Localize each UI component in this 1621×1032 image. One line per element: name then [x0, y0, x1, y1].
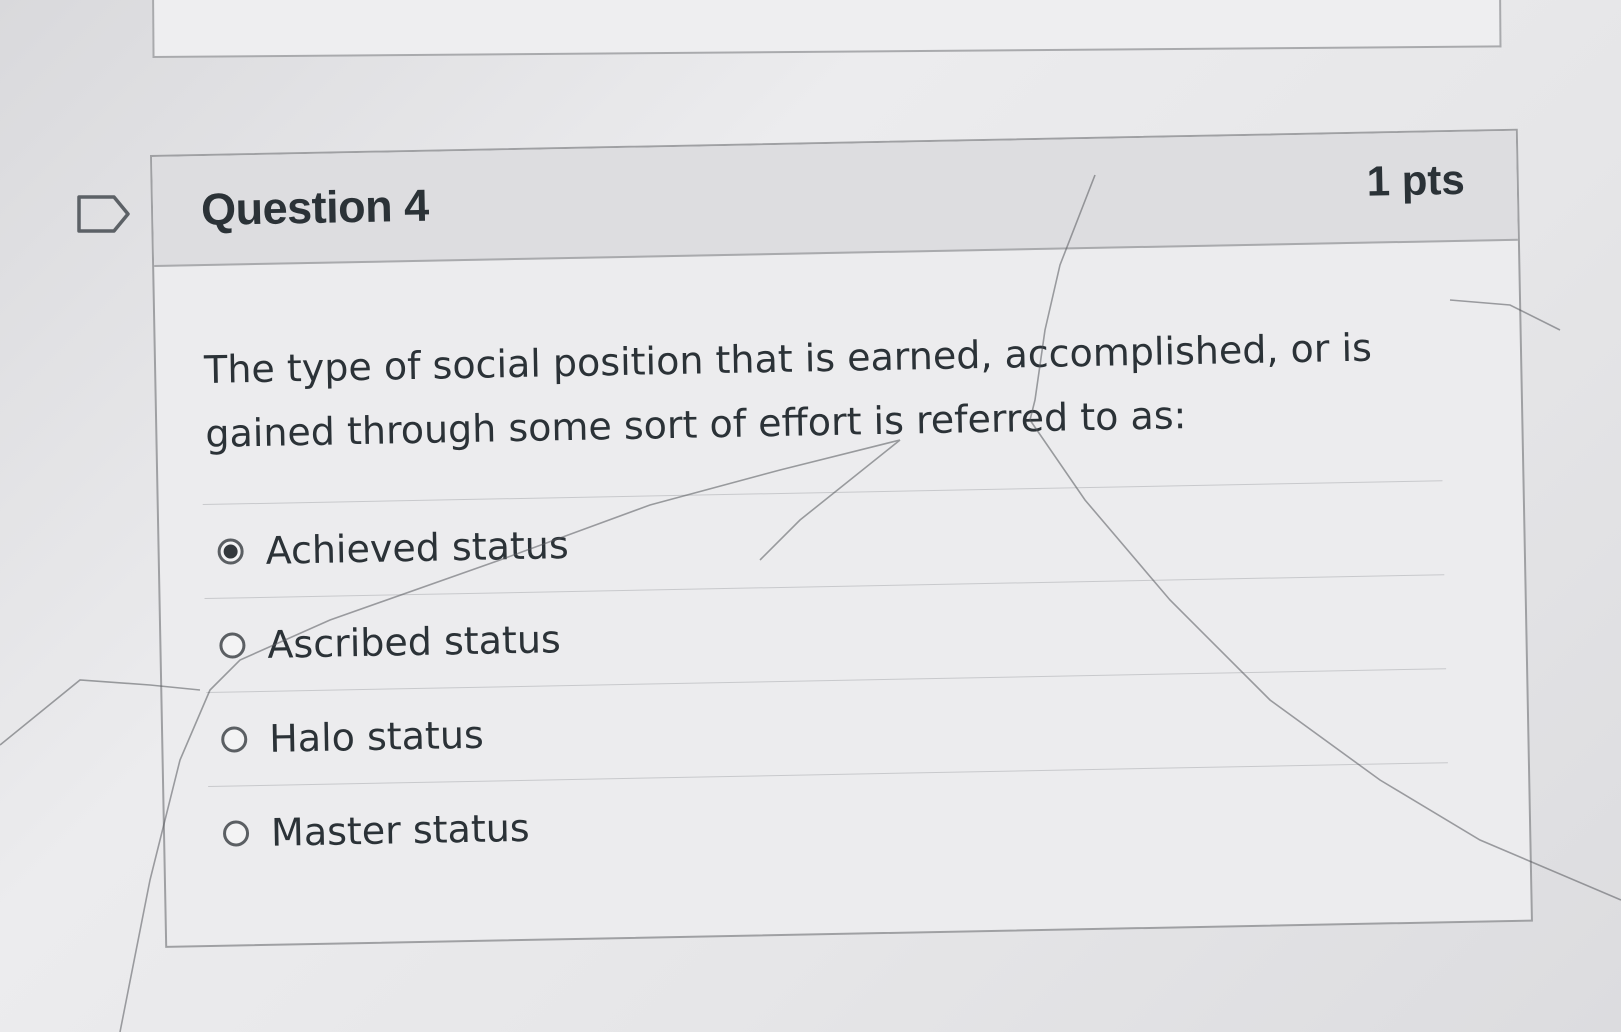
answer-label: Master status	[270, 805, 531, 855]
question-text: The type of social position that is earn…	[203, 325, 1373, 456]
radio-unselected-icon[interactable]	[222, 819, 250, 847]
answer-label: Halo status	[268, 712, 485, 761]
answer-label: Ascribed status	[266, 616, 562, 667]
answer-list: Achieved status Ascribed status Halo sta…	[202, 480, 1450, 880]
question-header: Question 4 1 pts	[152, 130, 1518, 267]
radio-selected-icon[interactable]	[217, 537, 244, 565]
question-points: 1 pts	[1366, 155, 1466, 205]
radio-unselected-icon[interactable]	[219, 631, 246, 659]
answer-label: Achieved status	[265, 522, 570, 573]
question-title: Question 4	[200, 179, 430, 236]
radio-unselected-icon[interactable]	[220, 725, 248, 753]
previous-question-card	[152, 0, 1502, 58]
bookmark-flag-icon[interactable]	[76, 192, 132, 236]
question-card: Question 4 1 pts The type of social posi…	[150, 128, 1533, 948]
